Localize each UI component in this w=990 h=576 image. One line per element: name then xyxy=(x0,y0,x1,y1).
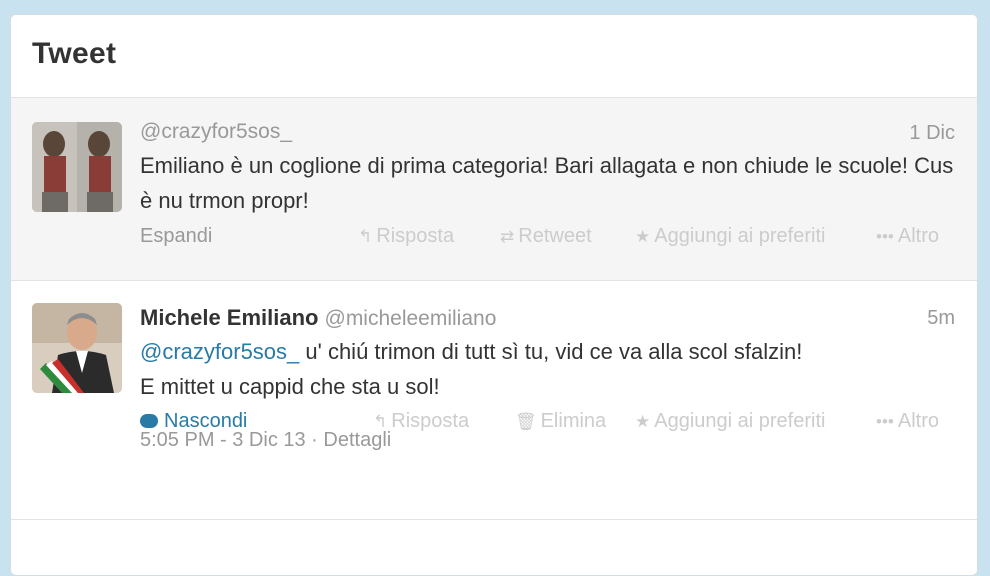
retweet-button[interactable]: ⇄ Retweet xyxy=(500,225,592,248)
tweet-time[interactable]: 5m xyxy=(927,307,955,330)
star-icon: ★ xyxy=(635,227,651,246)
favorite-label: Aggiungi ai preferiti xyxy=(654,225,826,247)
more-button[interactable]: ••• Altro xyxy=(876,225,939,248)
delete-button[interactable]: 🗑 Elimina xyxy=(515,410,606,433)
more-icon: ••• xyxy=(876,412,894,431)
speech-bubble-icon xyxy=(140,414,158,428)
retweet-icon: ⇄ xyxy=(500,227,515,246)
user-name[interactable]: Michele Emiliano xyxy=(140,305,319,330)
trash-icon: 🗑 xyxy=(515,412,537,431)
tweet-item[interactable]: @crazyfor5sos_ 1 Dic Emiliano è un cogli… xyxy=(11,98,977,281)
reply-label: Risposta xyxy=(376,225,455,247)
reply-icon: ↰ xyxy=(358,227,373,246)
tweet-text-line1: u' chiú trimon di tutt sì tu, vid ce va … xyxy=(299,339,803,364)
tweet-timestamp[interactable]: 5:05 PM - 3 Dic 13 · Dettagli xyxy=(140,429,391,452)
dialog-title: Tweet xyxy=(32,37,117,70)
tweet-actions: Espandi ↰ Risposta ⇄ Retweet ★ Aggiungi ai … xyxy=(140,225,955,255)
user-handle[interactable]: @micheleemiliano xyxy=(325,307,497,330)
reply-label: Risposta xyxy=(391,410,470,432)
tweet-text-line2: E mittet u cappid che sta u sol! xyxy=(140,374,440,399)
mention-link[interactable]: @crazyfor5sos_ xyxy=(140,339,299,364)
avatar[interactable] xyxy=(32,303,122,393)
expand-link[interactable]: Espandi xyxy=(140,225,212,248)
tweet-text: Emiliano è un coglione di prima categori… xyxy=(140,153,954,213)
avatar[interactable] xyxy=(32,122,122,212)
tweet-text: @crazyfor5sos_ u' chiú trimon di tutt sì… xyxy=(140,334,960,404)
tweet-header: Michele Emiliano @micheleemiliano xyxy=(140,305,496,331)
favorite-label: Aggiungi ai preferiti xyxy=(654,410,826,432)
reply-button[interactable]: ↰ Risposta xyxy=(358,225,454,248)
dialog-header: Tweet xyxy=(11,15,977,98)
user-handle[interactable]: @crazyfor5sos_ xyxy=(140,120,292,143)
tweet-dialog: Tweet @crazyfor5sos_ 1 Dic Emiliano è un… xyxy=(10,14,978,576)
favorite-button[interactable]: ★ Aggiungi ai preferiti xyxy=(635,225,825,248)
more-label: Altro xyxy=(897,410,939,432)
favorite-button[interactable]: ★ Aggiungi ai preferiti xyxy=(635,410,825,433)
more-icon: ••• xyxy=(876,227,894,246)
star-icon: ★ xyxy=(635,412,651,431)
retweet-label: Retweet xyxy=(518,225,592,247)
delete-label: Elimina xyxy=(540,410,607,432)
more-button[interactable]: ••• Altro xyxy=(876,410,939,433)
more-label: Altro xyxy=(897,225,939,247)
tweet-time[interactable]: 1 Dic xyxy=(909,122,955,145)
